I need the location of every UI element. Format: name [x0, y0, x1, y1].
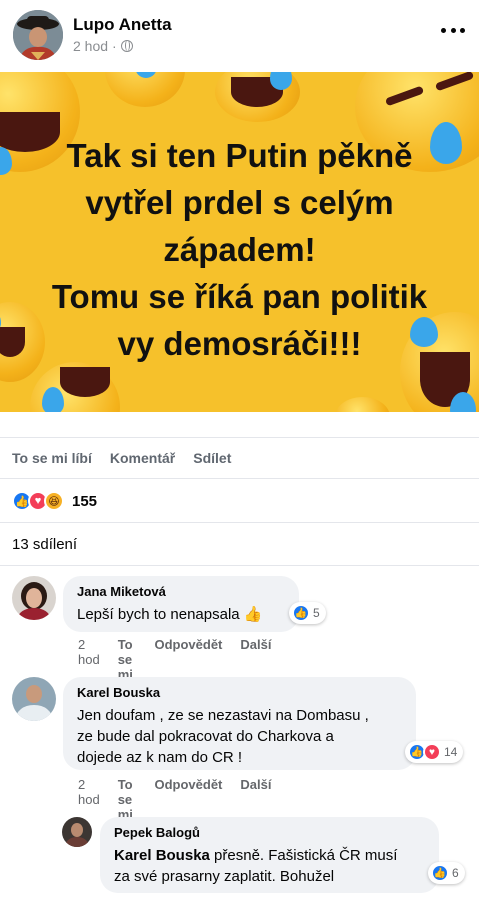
comment-reactions[interactable]: 👍 5	[289, 602, 326, 624]
mention-link[interactable]: Karel Bouska	[114, 847, 210, 864]
author-name[interactable]: Lupo Anetta	[73, 15, 172, 35]
comment-button[interactable]: Komentář	[110, 450, 175, 466]
divider	[0, 565, 479, 566]
commenter-avatar-image	[12, 677, 56, 721]
commenter-name[interactable]: Karel Bouska	[77, 685, 402, 700]
commenter-avatar[interactable]	[12, 677, 56, 721]
post-image[interactable]: Tak si ten Putin pěkně vytřel prdel s ce…	[0, 72, 479, 412]
love-reaction-icon: ♥	[423, 743, 441, 761]
comment-text-line: dojede az k nam do CR !	[77, 749, 243, 766]
comment-text-part: přesně. Fašistická ČR musí	[209, 847, 398, 864]
share-count[interactable]: 13 sdílení	[12, 536, 77, 553]
post-action-bar: To se mi líbí Komentář Sdílet	[0, 437, 479, 479]
author-avatar-image	[13, 10, 63, 60]
comment-reactions[interactable]: 👍 6	[428, 862, 465, 884]
reaction-count: 155	[72, 492, 98, 510]
laughing-emoji-icon	[215, 72, 300, 122]
meta-separator: ·	[112, 38, 117, 54]
like-reaction-icon: 👍	[431, 864, 449, 882]
comment-reaction-count: 6	[452, 866, 459, 880]
commenter-avatar[interactable]	[62, 817, 92, 847]
share-button[interactable]: Sdílet	[193, 450, 231, 466]
dot-icon	[450, 27, 456, 33]
comment-text: Jen doufam , ze se nezastavi na Dombasu …	[77, 705, 402, 768]
laughing-emoji-icon	[105, 72, 185, 107]
commenter-avatar-image	[12, 576, 56, 620]
comment-bubble[interactable]: Pepek Balogů Karel Bouska přesně. Fašist…	[100, 817, 439, 893]
globe-icon	[120, 40, 133, 52]
comment-text: Karel Bouska přesně. Fašistická ČR musí …	[114, 845, 425, 887]
comment-text-line: ze bude dal pokracovat do Charkova a	[77, 728, 334, 745]
image-text-line: vytřel prdel s celým	[85, 184, 394, 221]
image-text-line: západem!	[163, 231, 316, 268]
comment-text-line: Jen doufam , ze se nezastavi na Dombasu …	[77, 707, 369, 724]
laughing-emoji-icon	[30, 362, 120, 412]
commenter-avatar-image	[62, 817, 92, 847]
post-time[interactable]: 2 hod	[73, 38, 108, 54]
author-avatar[interactable]	[13, 10, 63, 60]
commenter-name[interactable]: Pepek Balogů	[114, 825, 425, 840]
comment-text-line: za své prasarny zaplatit. Bohužel	[114, 868, 335, 885]
like-button[interactable]: To se mi líbí	[12, 450, 92, 466]
post-header: Lupo Anetta 2 hod ·	[0, 0, 479, 72]
commenter-name[interactable]: Jana Miketová	[77, 584, 285, 599]
image-text-line: Tak si ten Putin pěkně	[66, 137, 413, 174]
comment-reaction-count: 14	[444, 745, 458, 759]
post-image-text: Tak si ten Putin pěkně vytřel prdel s ce…	[0, 132, 479, 367]
reaction-summary[interactable]: 👍 ♥ 😆 155	[12, 489, 97, 513]
post-meta: 2 hod ·	[73, 38, 133, 54]
comment-text-line: Karel Bouska přesně. Fašistická ČR musí	[114, 845, 425, 866]
comment-reaction-count: 5	[313, 606, 320, 620]
dot-icon	[441, 27, 446, 33]
dot-icon	[460, 27, 465, 33]
commenter-avatar[interactable]	[12, 576, 56, 620]
comment-text: Lepší bych to nenapsala 👍	[77, 606, 263, 623]
more-options-button[interactable]	[441, 22, 465, 38]
divider	[0, 522, 479, 523]
like-reaction-icon: 👍	[292, 604, 310, 622]
comment-reactions[interactable]: 👍 ♥ 14	[405, 741, 464, 763]
laughing-emoji-icon	[335, 397, 390, 412]
image-text-line: vy demosráči!!!	[117, 325, 362, 362]
haha-reaction-icon: 😆	[44, 491, 64, 511]
comment-bubble[interactable]: Karel Bouska Jen doufam , ze se nezastav…	[63, 677, 416, 770]
image-text-line: Tomu se říká pan politik	[51, 278, 428, 315]
comment-bubble[interactable]: Jana Miketová Lepší bych to nenapsala 👍	[63, 576, 299, 632]
